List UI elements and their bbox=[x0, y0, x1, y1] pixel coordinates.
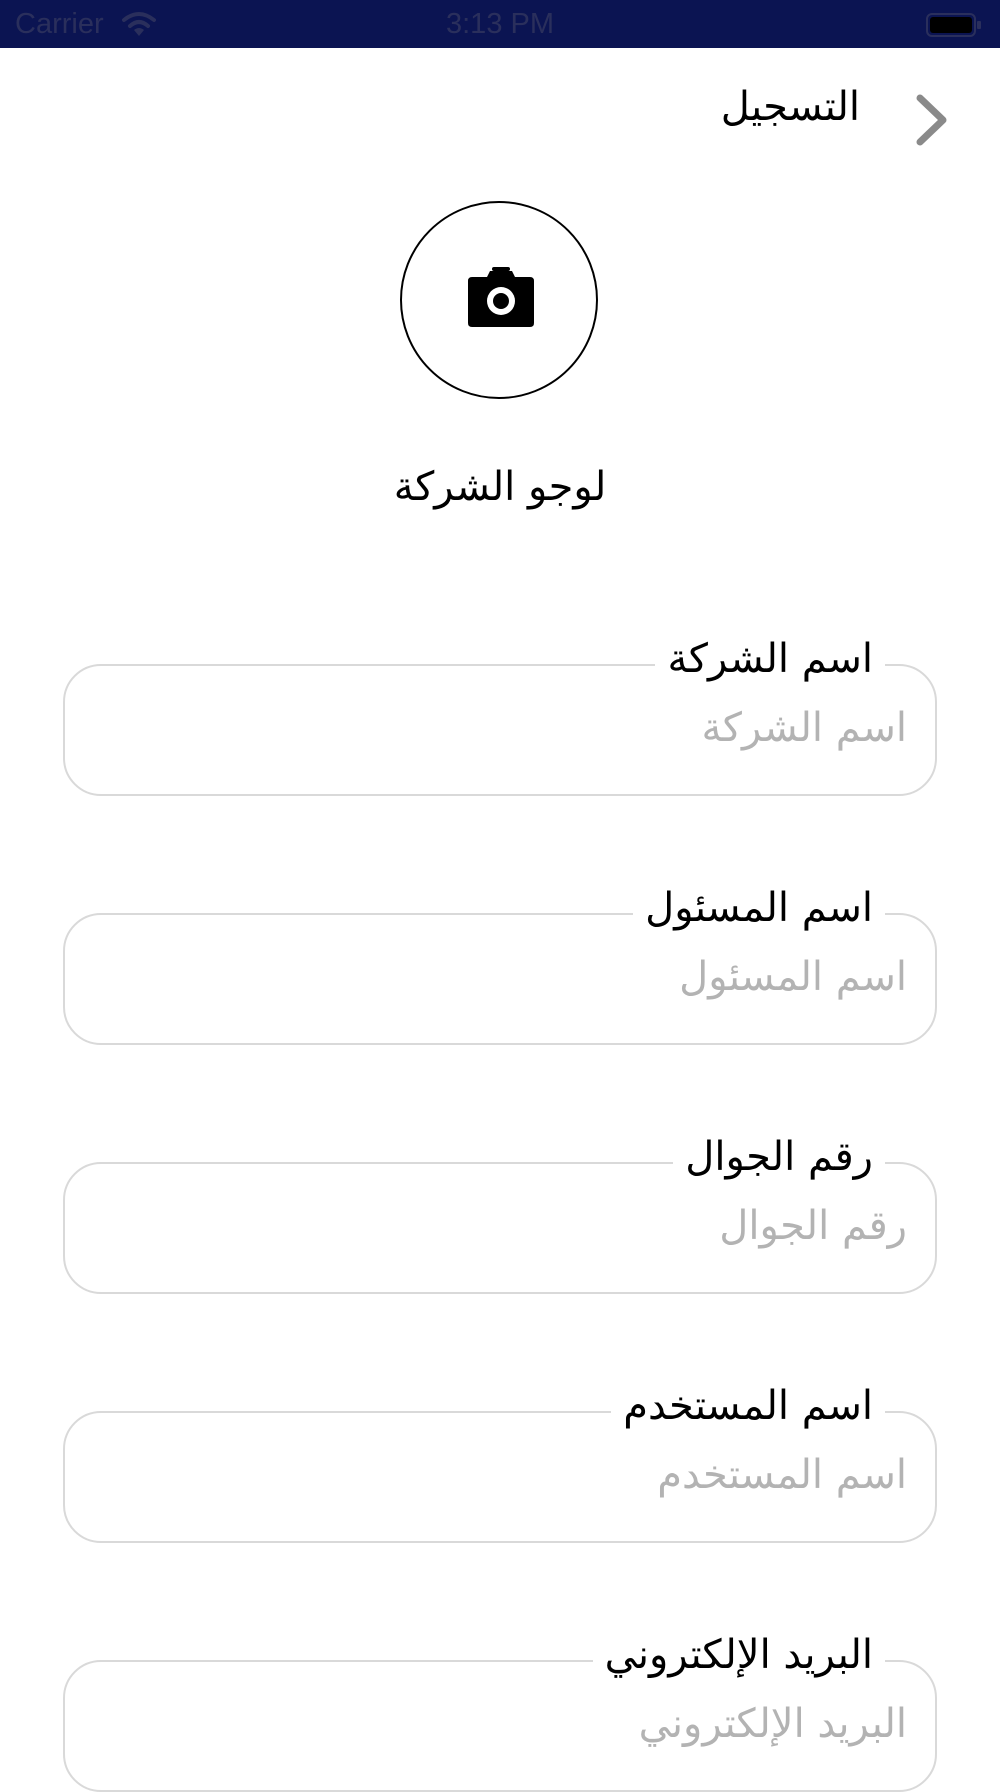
company-logo-label: لوجو الشركة bbox=[393, 464, 607, 510]
company-name-field: اسم الشركة bbox=[63, 614, 937, 796]
email-label: البريد الإلكتروني bbox=[592, 1610, 885, 1700]
page-title: التسجيل bbox=[720, 84, 860, 130]
company-logo-picker[interactable] bbox=[400, 201, 598, 399]
email-field: البريد الإلكتروني bbox=[63, 1610, 937, 1792]
manager-name-input[interactable] bbox=[85, 943, 907, 1011]
company-name-input[interactable] bbox=[85, 694, 907, 762]
mobile-number-field: رقم الجوال bbox=[63, 1112, 937, 1294]
battery-icon bbox=[926, 12, 982, 37]
chevron-right-icon bbox=[916, 94, 947, 146]
username-field: اسم المستخدم bbox=[63, 1361, 937, 1543]
username-label: اسم المستخدم bbox=[611, 1361, 885, 1451]
manager-name-field: اسم المسئول bbox=[63, 863, 937, 1045]
camera-icon bbox=[466, 267, 536, 331]
status-time: 3:13 PM bbox=[446, 8, 554, 40]
mobile-number-label: رقم الجوال bbox=[673, 1112, 885, 1202]
company-name-label: اسم الشركة bbox=[655, 614, 885, 704]
mobile-number-input[interactable] bbox=[85, 1192, 907, 1260]
status-bar: Carrier 3:13 PM bbox=[0, 0, 1000, 48]
email-input[interactable] bbox=[85, 1690, 907, 1758]
username-input[interactable] bbox=[85, 1441, 907, 1509]
manager-name-label: اسم المسئول bbox=[633, 863, 885, 953]
back-button[interactable] bbox=[905, 90, 955, 150]
